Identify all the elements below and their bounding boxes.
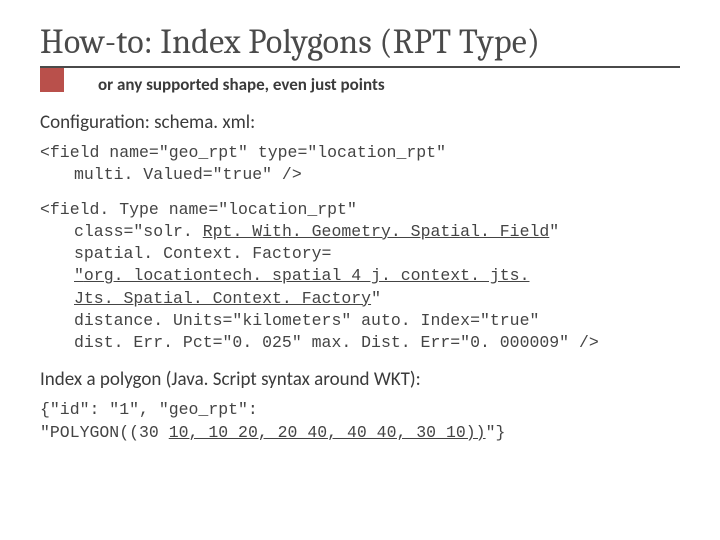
section-configuration: Configuration: schema. xml: — [40, 111, 680, 134]
slide: How-to: Index Polygons (RPT Type) or any… — [0, 0, 720, 540]
code-line: <field name="geo_rpt" type="location_rpt… — [40, 143, 446, 162]
code-text: " — [74, 266, 84, 285]
code-text: " — [549, 222, 559, 241]
code-fieldtype: <field. Type name="location_rpt" class="… — [40, 199, 680, 355]
code-field: <field name="geo_rpt" type="location_rpt… — [40, 142, 680, 187]
code-line: Jts. Spatial. Context. Factory" — [40, 288, 381, 310]
code-underline: "org. locationtech. spatial 4 j. context… — [74, 266, 529, 285]
accent-square — [40, 68, 64, 92]
code-line: {"id": "1", "geo_rpt": — [40, 400, 258, 419]
code-line: multi. Valued="true" /> — [40, 164, 302, 186]
code-text: "} — [486, 423, 506, 442]
code-line: <field. Type name="location_rpt" — [40, 200, 357, 219]
code-line: dist. Err. Pct="0. 025" max. Dist. Err="… — [40, 332, 599, 354]
title-rule — [40, 66, 680, 68]
code-text: "POLYGON((30 — [40, 423, 169, 442]
code-line: spatial. Context. Factory= — [40, 243, 331, 265]
code-line: distance. Units="kilometers" auto. Index… — [40, 310, 539, 332]
code-line: class="solr. Rpt. With. Geometry. Spatia… — [40, 221, 559, 243]
code-json: {"id": "1", "geo_rpt": "POLYGON((30 10, … — [40, 399, 680, 444]
code-line: "POLYGON((30 10, 10 20, 20 40, 40 40, 30… — [40, 423, 505, 442]
code-line: "org. locationtech. spatial 4 j. context… — [40, 265, 529, 287]
code-text: " — [371, 289, 381, 308]
slide-title: How-to: Index Polygons (RPT Type) — [40, 22, 680, 62]
code-underline: 10, 10 20, 20 40, 40 40, 30 10)) — [169, 423, 486, 442]
code-underline: Jts. Spatial. Context. Factory — [74, 289, 371, 308]
section-index-polygon: Index a polygon (Java. Script syntax aro… — [40, 368, 680, 391]
code-text: class="solr. — [74, 222, 203, 241]
code-text: org. locationtech. spatial 4 j. context.… — [84, 266, 530, 285]
slide-subtitle: or any supported shape, even just points — [98, 74, 680, 95]
code-underline: Rpt. With. Geometry. Spatial. Field — [203, 222, 550, 241]
